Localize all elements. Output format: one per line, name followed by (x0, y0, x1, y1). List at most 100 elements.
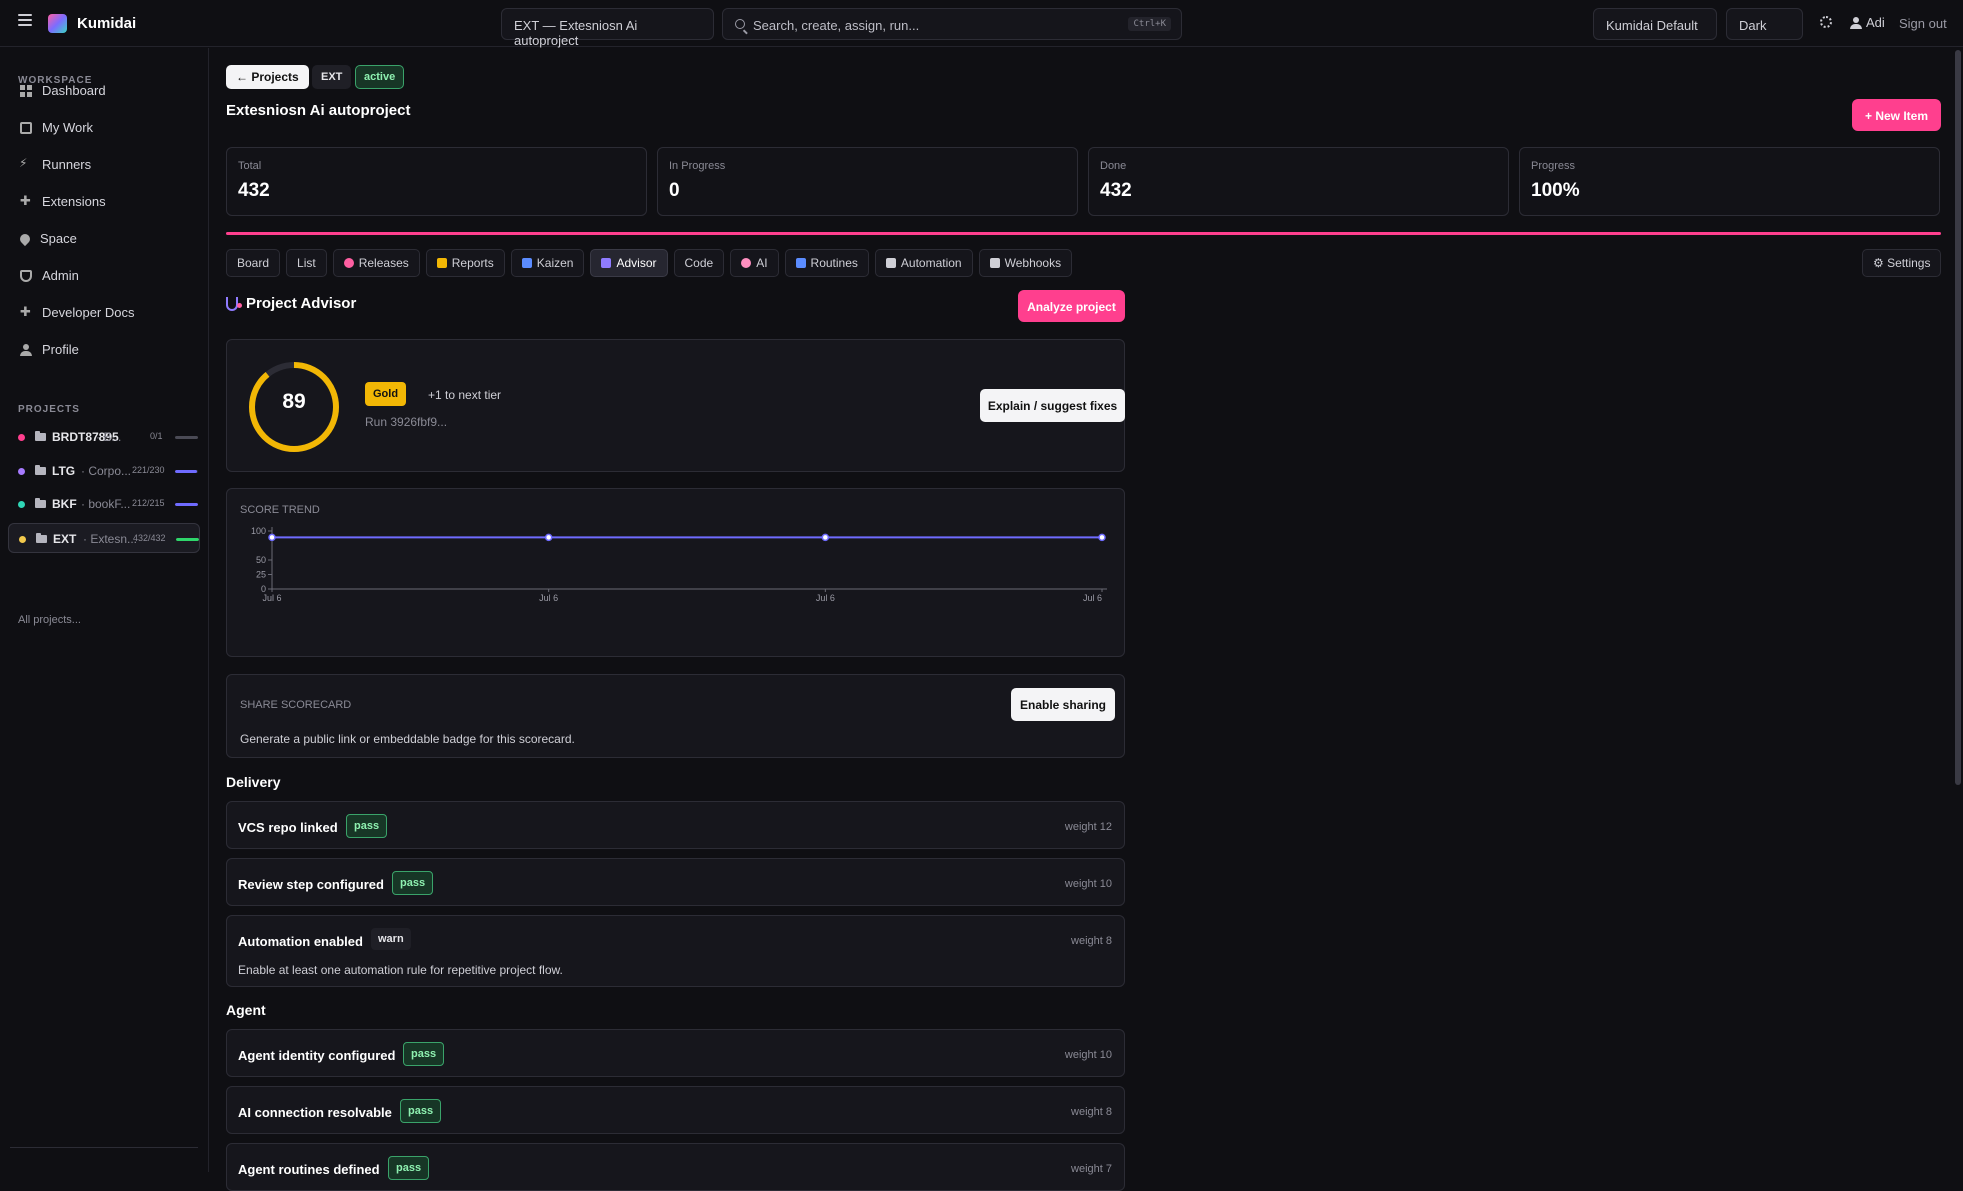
theme-select[interactable]: Kumidai Default (1593, 8, 1717, 40)
tab-bar: Board List Releases Reports Kaizen Advisor Cod… (226, 249, 1073, 277)
check-name: Agent identity configured (238, 1048, 396, 1063)
tab-code[interactable]: Code (673, 249, 725, 277)
all-projects-link[interactable]: All projects... (18, 614, 81, 626)
project-count: 221/230 (132, 464, 165, 475)
score-card: 89 Gold +1 to next tier Run 3926fbf9... … (226, 339, 1125, 472)
tab-list[interactable]: List (286, 249, 327, 277)
sidebar-item-label: Dashboard (42, 83, 106, 98)
tab-advisor[interactable]: Advisor (590, 249, 668, 277)
tab-label: Kaizen (536, 256, 574, 270)
tab-board[interactable]: Board (226, 249, 281, 277)
sidebar-item-profile[interactable]: Profile (20, 342, 79, 357)
calendar-icon (521, 258, 532, 268)
project-key: EXT (53, 531, 77, 546)
tab-releases[interactable]: Releases (332, 249, 420, 277)
explain-fixes-button[interactable]: Explain / suggest fixes (980, 389, 1125, 422)
stethoscope-icon (601, 258, 612, 268)
mode-select[interactable]: Dark (1726, 8, 1803, 40)
sidebar-project-brdt87895[interactable]: BRDT87895 · B... 0/1 (8, 422, 200, 452)
sidebar-item-extensions[interactable]: Extensions (20, 193, 106, 210)
tab-automation[interactable]: Automation (874, 249, 973, 277)
search-placeholder: Search, create, assign, run... (753, 18, 920, 33)
sidebar-item-admin[interactable]: Admin (20, 268, 79, 283)
project-progress-fill (226, 232, 1941, 235)
share-description: Generate a public link or embeddable bad… (240, 732, 575, 746)
tab-ai[interactable]: AI (730, 249, 779, 277)
folder-icon (35, 464, 46, 475)
search-input[interactable]: Search, create, assign, run... Ctrl+K (722, 8, 1182, 40)
project-color-dot (18, 434, 25, 441)
tab-label: Advisor (616, 256, 657, 270)
tab-webhooks[interactable]: Webhooks (978, 249, 1073, 277)
stat-value: 432 (1100, 180, 1132, 201)
run-id: Run 3926fbf9... (365, 415, 448, 429)
sidebar-item-runners[interactable]: Runners (20, 157, 91, 172)
sidebar-item-developer-docs[interactable]: Developer Docs (20, 304, 135, 321)
project-progress-bar (226, 232, 1941, 235)
brain-icon (741, 258, 752, 268)
check-status-badge: pass (346, 814, 388, 838)
check-status-badge: pass (403, 1042, 445, 1066)
stat-value: 100% (1531, 180, 1580, 201)
check-row: Review step configured pass weight 10 (226, 858, 1125, 906)
sidebar-project-bkf[interactable]: BKF · bookF... 212/215 (8, 489, 200, 519)
data-point[interactable] (821, 533, 830, 542)
stat-label: Progress (1531, 160, 1576, 172)
pin-icon (17, 231, 33, 246)
user-name: Adi (1866, 15, 1885, 30)
sidebar-divider (10, 1147, 198, 1148)
folder-icon (35, 498, 46, 508)
sidebar-item-dashboard[interactable]: Dashboard (20, 83, 106, 98)
sidebar-item-my-work[interactable]: My Work (20, 120, 93, 135)
section-title-delivery: Delivery (226, 774, 281, 790)
data-point[interactable] (544, 533, 553, 542)
project-selector[interactable]: EXT — Extesniosn Ai autoproject (501, 8, 714, 48)
data-point[interactable] (268, 533, 276, 542)
menu-icon[interactable] (18, 14, 32, 26)
check-status-badge: pass (400, 1099, 442, 1123)
stat-value: 432 (238, 180, 270, 201)
enable-sharing-button[interactable]: Enable sharing (1011, 688, 1115, 721)
project-progress-fill (175, 436, 198, 439)
stat-card-in-progress: In Progress 0 (657, 147, 1078, 216)
project-count: 432/432 (133, 532, 166, 543)
sign-out-link[interactable]: Sign out (1899, 16, 1947, 31)
project-color-dot (19, 535, 26, 543)
main-content: ← Projects EXT active Extesniosn Ai auto… (210, 48, 1963, 1191)
project-count: 212/215 (132, 498, 165, 508)
target-icon (343, 258, 354, 268)
sun-icon[interactable] (1820, 16, 1832, 28)
data-point[interactable] (1098, 533, 1106, 542)
y-tick-label: 100 (251, 526, 266, 536)
analyze-project-button[interactable]: Analyze project (1018, 290, 1125, 322)
score-trend-card: SCORE TREND 0 25 50 100 Jul 6 Jul 6 Jul 6 Jul 6 (226, 488, 1125, 657)
tab-label: List (297, 256, 316, 270)
user-menu[interactable]: Adi (1850, 15, 1885, 30)
sidebar-item-space[interactable]: Space (17, 231, 77, 246)
search-icon (735, 19, 745, 29)
grid-icon (20, 84, 32, 97)
scrollbar-thumb[interactable] (1955, 50, 1961, 785)
sidebar-item-label: Runners (42, 157, 92, 172)
stat-card-done: Done 432 (1088, 147, 1509, 216)
tab-kaizen[interactable]: Kaizen (510, 249, 585, 277)
gear-icon (885, 258, 896, 268)
trend-label: SCORE TREND (240, 504, 320, 516)
sidebar-item-label: Developer Docs (42, 305, 135, 320)
stat-label: Done (1100, 160, 1127, 172)
check-weight: weight 8 (1071, 1106, 1112, 1118)
tab-label: Code (684, 256, 714, 270)
check-weight: weight 12 (1064, 821, 1112, 833)
advisor-heading: Project Advisor (226, 295, 356, 312)
tab-settings[interactable]: ⚙ Settings (1862, 249, 1942, 277)
search-shortcut: Ctrl+K (1128, 17, 1171, 31)
sidebar-project-ltg[interactable]: LTG · Corpo... 221/230 (8, 456, 200, 486)
new-item-button[interactable]: + New Item (1852, 99, 1941, 131)
sidebar-project-ext[interactable]: EXT · Extesn... 432/432 (8, 522, 200, 553)
tab-label: Routines (810, 256, 858, 270)
check-status-badge: warn (371, 928, 411, 950)
tab-reports[interactable]: Reports (425, 249, 505, 277)
tab-routines[interactable]: Routines (784, 249, 869, 277)
back-to-projects-button[interactable]: ← Projects (226, 65, 309, 89)
document-icon (20, 121, 32, 134)
